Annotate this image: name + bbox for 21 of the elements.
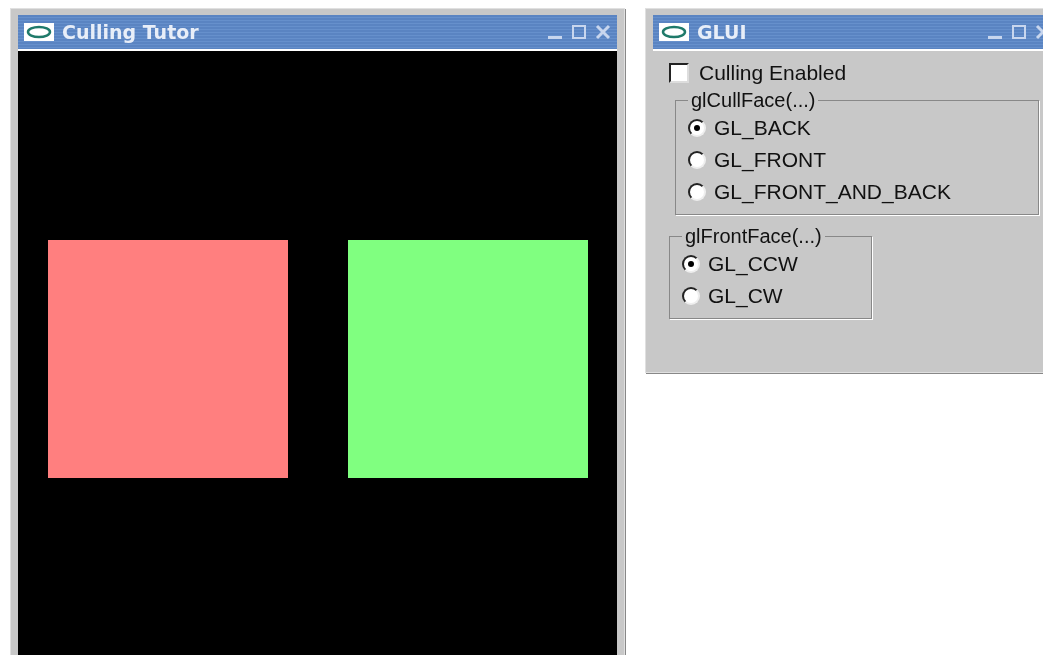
window-title: GLUI (697, 21, 748, 43)
radio-label: GL_BACK (714, 116, 811, 140)
radio-button[interactable] (682, 255, 700, 273)
radio-button[interactable] (682, 287, 700, 305)
radio-label: GL_FRONT (714, 148, 826, 172)
radio-label: GL_FRONT_AND_BACK (714, 180, 951, 204)
checkbox-label: Culling Enabled (699, 61, 847, 85)
group-title: glCullFace(...) (690, 89, 817, 112)
group-title: glFrontFace(...) (684, 225, 823, 248)
window-title: Culling Tutor (62, 21, 200, 43)
radio-button[interactable] (688, 119, 706, 137)
radio-button[interactable] (688, 183, 706, 201)
maximize-icon[interactable] (571, 24, 587, 40)
app-logo-icon (659, 23, 689, 41)
radio-label: GL_CCW (708, 252, 798, 276)
app-logo-icon (24, 23, 54, 41)
radio-button[interactable] (688, 151, 706, 169)
close-icon[interactable] (595, 24, 611, 40)
checkbox[interactable] (669, 63, 689, 83)
radio-label: GL_CW (708, 284, 783, 308)
maximize-icon[interactable] (1011, 24, 1027, 40)
